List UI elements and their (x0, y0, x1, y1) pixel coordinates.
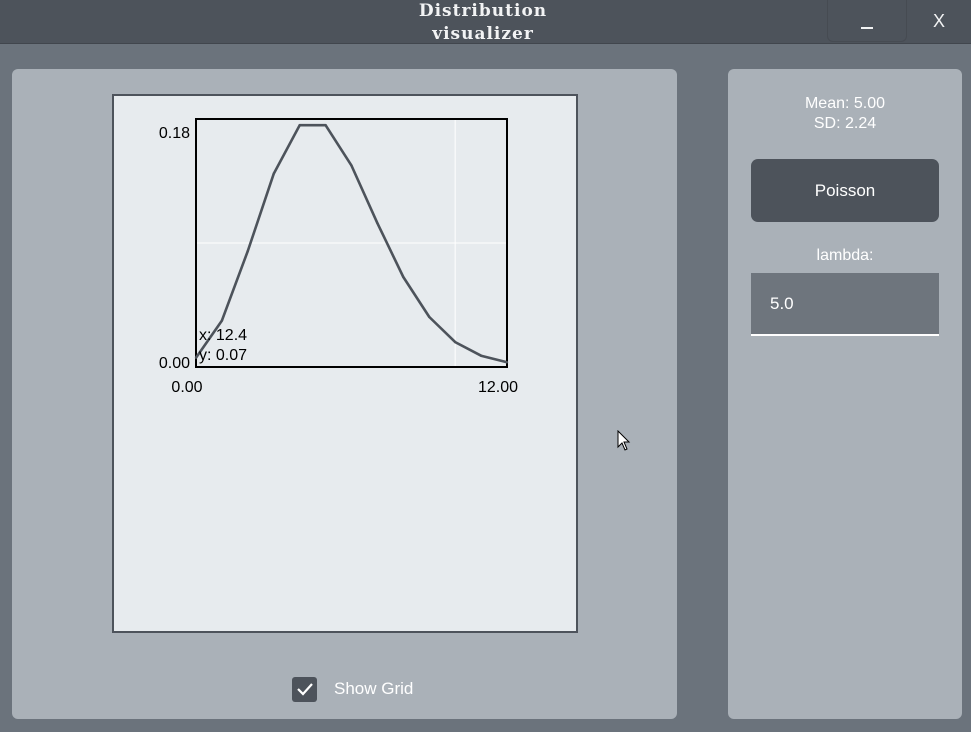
data-point (376, 222, 379, 225)
hover-x-readout: x: 12.4 (199, 327, 247, 344)
controls-panel: Mean: 5.00 SD: 2.24 Poisson lambda: (728, 69, 962, 719)
data-point (298, 124, 301, 127)
y-min-label: 0.00 (159, 355, 190, 372)
minimize-icon (861, 26, 873, 29)
mean-value: Mean: 5.00 (804, 95, 886, 112)
y-max-label: 0.18 (159, 125, 190, 142)
data-point (272, 172, 275, 175)
show-grid-checkbox[interactable] (292, 676, 317, 702)
x-min-label: 0.00 (171, 379, 202, 396)
checkmark-icon (296, 683, 313, 696)
data-point (220, 319, 224, 322)
distribution-plot[interactable]: 0.18 0.00 0.00 12.00 x: 12.4 y: 0.07 (114, 96, 576, 631)
data-point (324, 124, 327, 127)
plot-canvas[interactable]: 0.18 0.00 0.00 12.00 x: 12.4 y: 0.07 (112, 94, 578, 633)
data-point (428, 315, 431, 319)
data-point (194, 356, 198, 359)
x-max-label: 12.00 (478, 379, 518, 396)
lambda-input[interactable] (751, 273, 939, 336)
plot-panel: 0.18 0.00 0.00 12.00 x: 12.4 y: 0.07 Sho… (12, 69, 677, 719)
data-point (454, 340, 457, 344)
data-point (350, 164, 353, 167)
show-grid-label: Show Grid (334, 679, 414, 698)
data-point (402, 275, 405, 279)
distribution-select-button[interactable]: Poisson (751, 159, 939, 222)
show-grid-toggle[interactable]: Show Grid (292, 676, 413, 702)
close-button[interactable]: X (907, 0, 971, 42)
minimize-button[interactable] (827, 0, 907, 42)
data-point (246, 249, 249, 253)
data-point (505, 361, 509, 364)
data-point (479, 354, 483, 357)
window-title: Distribution visualizer (418, 1, 548, 44)
mouse-cursor-icon (617, 430, 631, 451)
stats-readout: Mean: 5.00 SD: 2.24 (728, 94, 962, 134)
sd-value: SD: 2.24 (813, 115, 877, 132)
hover-y-readout: y: 0.07 (199, 347, 247, 364)
title-bar: Distribution visualizer X (0, 0, 971, 44)
parameter-label: lambda: (816, 247, 874, 264)
